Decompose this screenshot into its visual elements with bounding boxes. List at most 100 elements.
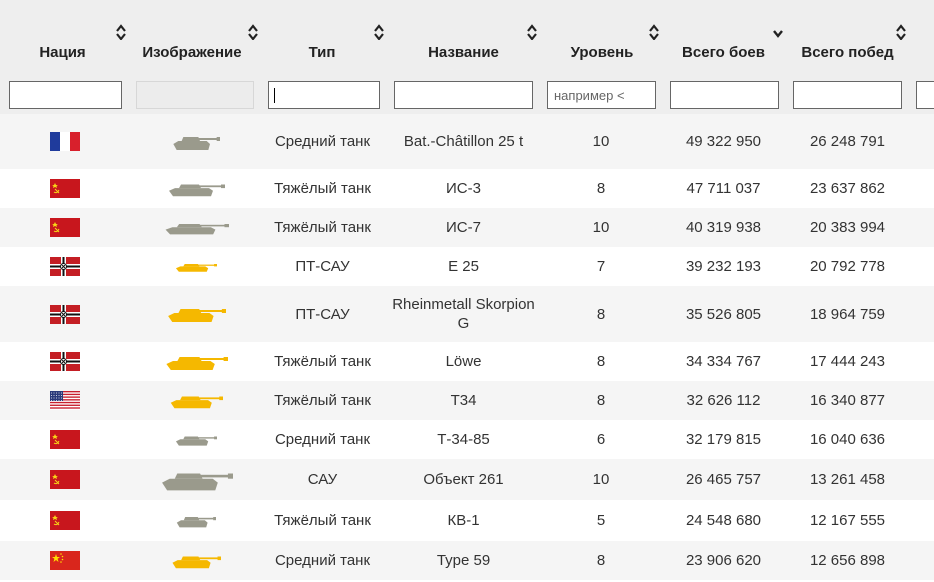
- wins-cell: 16 040 636: [809, 431, 886, 448]
- column-header-nation[interactable]: Нация: [0, 0, 126, 80]
- nation-flag-cell: [0, 381, 130, 420]
- text-cursor: [274, 88, 275, 103]
- column-header-tier[interactable]: Уровень: [542, 0, 662, 80]
- sort-both-icon[interactable]: [895, 24, 907, 40]
- tier-cell: 10: [592, 471, 610, 488]
- tier-cell: 10: [592, 133, 610, 150]
- tank-name-cell: E 25: [448, 258, 479, 275]
- column-label: Тип: [308, 44, 336, 61]
- wins-cell: 17 444 243: [809, 353, 886, 370]
- tank-name-cell: Объект 261: [423, 471, 504, 488]
- filter-type-input[interactable]: [268, 81, 380, 109]
- tank-icon: [175, 436, 217, 446]
- wins-cell: 20 383 994: [809, 219, 886, 236]
- table-row[interactable]: ПТ-САУ Rheinmetall Skorpion G 8 35 526 805 1…: [0, 286, 934, 342]
- battles-cell: 24 548 680: [685, 512, 762, 529]
- nation-flag-cell: [0, 500, 130, 541]
- column-header-wins[interactable]: Всего побед: [785, 0, 910, 80]
- table-row[interactable]: ПТ-САУ E 25 7 39 232 193 20 792 778: [0, 247, 934, 286]
- nation-flag-cell: [0, 459, 130, 500]
- germany-flag-icon: [50, 304, 80, 324]
- table-row[interactable]: Средний танк Bat.-Châtillon 25 t 10 49 322 …: [0, 114, 934, 169]
- sort-both-icon[interactable]: [247, 24, 259, 40]
- germany-flag-icon: [50, 352, 80, 371]
- tank-icon: [169, 184, 225, 196]
- filter-tier-input[interactable]: [547, 81, 656, 109]
- nation-flag-cell: [0, 541, 130, 580]
- battles-cell: 39 232 193: [685, 258, 762, 275]
- tank-image-cell: [130, 247, 260, 286]
- sort-both-icon[interactable]: [648, 24, 660, 40]
- usa-flag-icon: [50, 391, 80, 410]
- table-row[interactable]: Тяжёлый танк КВ-1 5 24 548 680 12 167 555: [0, 500, 934, 541]
- tank-type-cell: Тяжёлый танк: [274, 512, 371, 529]
- tank-icon: [162, 473, 233, 490]
- tank-type-cell: САУ: [307, 471, 338, 488]
- tank-icon: [170, 396, 223, 408]
- column-label: Всего боев: [682, 44, 765, 61]
- table-row[interactable]: Тяжёлый танк ИС-3 8 47 711 037 23 637 862: [0, 169, 934, 208]
- wins-cell: 13 261 458: [809, 471, 886, 488]
- table-row[interactable]: Средний танк Т-34-85 6 32 179 815 16 040 636: [0, 420, 934, 459]
- tank-icon: [172, 556, 221, 568]
- battles-cell: 49 322 950: [685, 133, 762, 150]
- column-header-name[interactable]: Название: [385, 0, 542, 80]
- wins-cell: 18 964 759: [809, 305, 886, 323]
- wins-cell: 12 656 898: [809, 552, 886, 569]
- tier-cell: 8: [596, 353, 606, 370]
- table-header: Нация Изображение Тип Название Уровень В…: [0, 0, 934, 114]
- tier-cell: 8: [596, 392, 606, 409]
- tank-icon: [176, 516, 216, 527]
- filter-name-input[interactable]: [394, 81, 533, 109]
- filter-nation-input[interactable]: [9, 81, 122, 109]
- battles-cell: 34 334 767: [685, 353, 762, 370]
- wins-cell: 26 248 791: [809, 133, 886, 150]
- column-header-battles[interactable]: Всего боев: [662, 0, 785, 80]
- tank-name-cell: Type 59: [436, 552, 491, 569]
- germany-flag-icon: [50, 257, 80, 276]
- table-row[interactable]: Средний танк Type 59 8 23 906 620 12 656 898: [0, 541, 934, 580]
- tank-name-cell: Bat.-Châtillon 25 t: [403, 133, 524, 150]
- tank-image-cell: [130, 541, 260, 580]
- tier-cell: 8: [596, 305, 606, 323]
- china-flag-icon: [50, 551, 80, 570]
- filter-next-column-input[interactable]: [916, 81, 934, 109]
- tank-icon: [175, 263, 217, 272]
- column-header-type[interactable]: Тип: [259, 0, 385, 80]
- sort-both-icon[interactable]: [526, 24, 538, 40]
- tank-name-cell: Löwe: [445, 353, 482, 370]
- nation-flag-cell: [0, 342, 130, 381]
- tank-type-cell: Тяжёлый танк: [274, 180, 371, 197]
- tank-image-cell: [130, 169, 260, 208]
- column-header-image[interactable]: Изображение: [125, 0, 259, 80]
- sort-descending-icon[interactable]: [772, 24, 784, 40]
- ussr-flag-icon: [50, 470, 80, 489]
- tank-image-cell: [130, 286, 260, 342]
- tank-type-cell: Тяжёлый танк: [274, 353, 371, 370]
- table-row[interactable]: Тяжёлый танк Löwe 8 34 334 767 17 444 243: [0, 342, 934, 381]
- battles-cell: 32 626 112: [686, 392, 761, 409]
- table-row[interactable]: САУ Объект 261 10 26 465 757 13 261 458: [0, 459, 934, 500]
- tier-cell: 8: [596, 180, 606, 197]
- nation-flag-cell: [0, 286, 130, 342]
- column-label: Уровень: [570, 44, 634, 61]
- tier-cell: 10: [592, 219, 610, 236]
- table-row[interactable]: Тяжёлый танк ИС-7 10 40 319 938 20 383 994: [0, 208, 934, 247]
- tank-image-cell: [130, 420, 260, 459]
- tank-image-cell: [130, 208, 260, 247]
- tank-type-cell: Средний танк: [274, 431, 371, 448]
- table-row[interactable]: Тяжёлый танк T34 8 32 626 112 16 340 877: [0, 381, 934, 420]
- filter-wins-input[interactable]: [793, 81, 902, 109]
- sort-both-icon[interactable]: [373, 24, 385, 40]
- tank-type-cell: Тяжёлый танк: [274, 219, 371, 236]
- filter-image-input: [136, 81, 254, 109]
- tank-icon: [166, 356, 228, 370]
- tank-image-cell: [130, 459, 260, 500]
- filter-battles-input[interactable]: [670, 81, 779, 109]
- ussr-flag-icon: [50, 179, 80, 198]
- battles-cell: 23 906 620: [685, 552, 762, 569]
- battles-cell: 40 319 938: [685, 219, 762, 236]
- nation-flag-cell: [0, 114, 130, 169]
- battles-cell: 47 711 037: [686, 180, 761, 197]
- ussr-flag-icon: [50, 511, 80, 530]
